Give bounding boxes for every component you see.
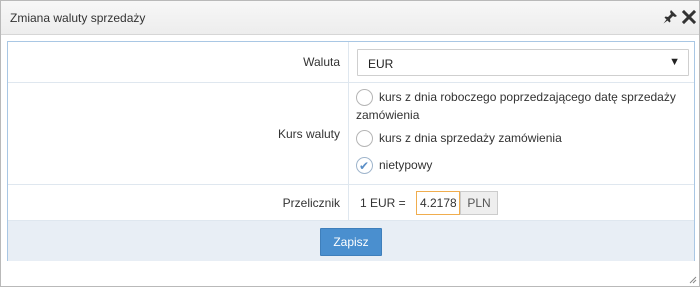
chevron-down-icon: ▼ <box>669 56 680 68</box>
checkmark-icon: ✔ <box>359 159 370 173</box>
pin-icon[interactable] <box>662 9 678 25</box>
currency-suffix: PLN <box>460 191 498 215</box>
exchange-rate-input[interactable] <box>416 191 460 215</box>
rate-row: Kurs waluty kurs z dnia roboczego poprze… <box>8 83 694 185</box>
converter-row: Przelicznik 1 EUR = PLN <box>8 185 694 221</box>
dialog-titlebar[interactable]: Zmiana waluty sprzedaży <box>1 1 699 35</box>
rate-option-custom[interactable]: ✔ nietypowy <box>355 156 691 179</box>
currency-row: Waluta EUR ▼ <box>8 42 694 83</box>
currency-label: Waluta <box>303 55 340 69</box>
converter-label: Przelicznik <box>282 196 340 210</box>
rate-label: Kurs waluty <box>277 127 340 141</box>
close-icon[interactable] <box>681 9 697 25</box>
dialog-title: Zmiana waluty sprzedaży <box>10 11 146 25</box>
form-footer: Zapisz <box>8 221 694 261</box>
rate-option-previous-day[interactable]: kurs z dnia roboczego poprzedzającego da… <box>355 88 691 124</box>
resize-handle-icon[interactable] <box>687 273 697 284</box>
radio-unchecked[interactable] <box>356 130 373 147</box>
currency-select[interactable]: EUR ▼ <box>357 49 689 76</box>
save-button[interactable]: Zapisz <box>320 228 382 256</box>
rate-option-sale-day[interactable]: kurs z dnia sprzedaży zamówienia <box>355 129 691 152</box>
radio-unchecked[interactable] <box>356 89 373 106</box>
rate-radio-group: kurs z dnia roboczego poprzedzającego da… <box>355 88 691 179</box>
form-table: Waluta EUR ▼ Kurs waluty kurs z dnia rob… <box>7 41 695 261</box>
converter-prefix: 1 EUR = <box>360 196 406 210</box>
currency-change-dialog: Zmiana waluty sprzedaży Waluta EUR ▼ Kur… <box>0 0 700 287</box>
currency-select-value: EUR <box>368 57 394 71</box>
